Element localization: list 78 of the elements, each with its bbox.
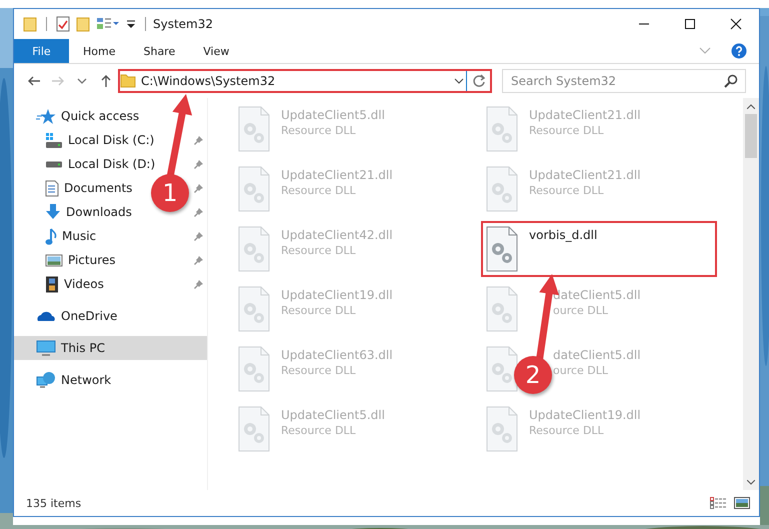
sidebar-item[interactable]: This PC bbox=[14, 336, 207, 360]
drive-icon bbox=[45, 132, 63, 148]
refresh-icon bbox=[472, 74, 486, 88]
folder-icon bbox=[76, 16, 90, 32]
large-icons-view-icon bbox=[734, 497, 750, 509]
file-type: ource DLL bbox=[553, 364, 608, 377]
ribbon-tab[interactable]: View bbox=[189, 39, 244, 63]
file-type: Resource DLL bbox=[281, 244, 356, 257]
close-icon bbox=[730, 18, 742, 30]
caret-up-icon bbox=[747, 104, 755, 108]
search-field[interactable]: Search System32 bbox=[502, 69, 746, 93]
dll-file-icon bbox=[485, 106, 519, 152]
chevron-down-icon bbox=[699, 47, 711, 55]
file-type: Resource DLL bbox=[529, 124, 604, 137]
network-icon bbox=[36, 372, 56, 388]
dll-file-icon bbox=[485, 346, 519, 392]
dll-file-icon bbox=[237, 166, 271, 212]
back-arrow-icon bbox=[27, 74, 41, 88]
dll-file-icon bbox=[237, 106, 271, 152]
dropdown-icon bbox=[452, 77, 466, 85]
sidebar-item[interactable]: Documents bbox=[14, 176, 138, 200]
selection-frame[interactable]: vorbis_d.dll bbox=[481, 221, 717, 277]
file-type: Resource DLL bbox=[281, 184, 356, 197]
help-icon bbox=[731, 43, 747, 59]
address-bar[interactable]: C:\Windows\System32 bbox=[118, 69, 492, 93]
ribbon-tab[interactable]: Home bbox=[69, 39, 130, 63]
file-menu-button[interactable]: File bbox=[14, 39, 69, 63]
sidebar-item[interactable]: Quick access bbox=[14, 104, 146, 128]
file-type: Resource DLL bbox=[529, 424, 604, 437]
sidebar-item[interactable]: Videos bbox=[14, 272, 110, 296]
file-type: Resource DLL bbox=[281, 364, 356, 377]
star-icon bbox=[36, 108, 56, 124]
checklist-icon bbox=[56, 16, 70, 32]
item-count: 135 items bbox=[26, 496, 82, 510]
sidebar-item[interactable]: Network bbox=[14, 368, 118, 392]
cloud-icon bbox=[36, 310, 56, 322]
picture-icon bbox=[45, 254, 63, 266]
sidebar-item[interactable]: Downloads bbox=[14, 200, 138, 224]
file-type: Resource DLL bbox=[281, 424, 356, 437]
details-view-icon bbox=[710, 497, 726, 509]
properties-icon bbox=[96, 17, 120, 31]
file-type: ource DLL bbox=[553, 304, 608, 317]
window-title: System32 bbox=[153, 17, 214, 31]
sidebar-item[interactable]: OneDrive bbox=[14, 304, 124, 328]
dll-file-icon bbox=[237, 346, 271, 392]
folder-icon bbox=[23, 16, 37, 32]
dll-file-icon bbox=[485, 166, 519, 212]
file-name[interactable]: vorbis_d.dll bbox=[529, 228, 598, 242]
dll-file-icon bbox=[237, 286, 271, 332]
film-icon bbox=[45, 276, 59, 292]
up-arrow-icon bbox=[99, 74, 113, 88]
dll-file-icon bbox=[485, 226, 519, 272]
file-type: Resource DLL bbox=[281, 124, 356, 137]
caret-down-icon bbox=[747, 480, 755, 484]
dll-file-icon bbox=[237, 226, 271, 272]
file-type: Resource DLL bbox=[529, 184, 604, 197]
music-note-icon bbox=[45, 228, 57, 244]
sidebar-item[interactable]: Local Disk (D:) bbox=[14, 152, 162, 176]
maximize-icon bbox=[684, 18, 696, 30]
sidebar-item[interactable]: Pictures bbox=[14, 248, 122, 272]
ribbon-tab[interactable]: Share bbox=[129, 39, 190, 63]
drive-icon bbox=[45, 160, 63, 168]
sidebar-item[interactable]: Music bbox=[14, 224, 102, 248]
folder-icon bbox=[120, 74, 136, 88]
document-icon bbox=[45, 180, 59, 196]
forward-arrow-icon bbox=[51, 74, 65, 88]
sidebar-item[interactable]: Local Disk (C:) bbox=[14, 128, 160, 152]
chevron-down-icon bbox=[77, 78, 87, 84]
dll-file-icon bbox=[237, 406, 271, 452]
file-type: Resource DLL bbox=[281, 304, 356, 317]
dll-file-icon bbox=[485, 406, 519, 452]
scrollbar-thumb[interactable] bbox=[745, 114, 757, 158]
large-icons-view-button[interactable] bbox=[733, 495, 751, 511]
download-arrow-icon bbox=[45, 204, 61, 220]
monitor-icon bbox=[36, 340, 56, 356]
details-view-button[interactable] bbox=[709, 495, 727, 511]
search-icon bbox=[724, 74, 738, 88]
dll-file-icon bbox=[485, 286, 519, 332]
